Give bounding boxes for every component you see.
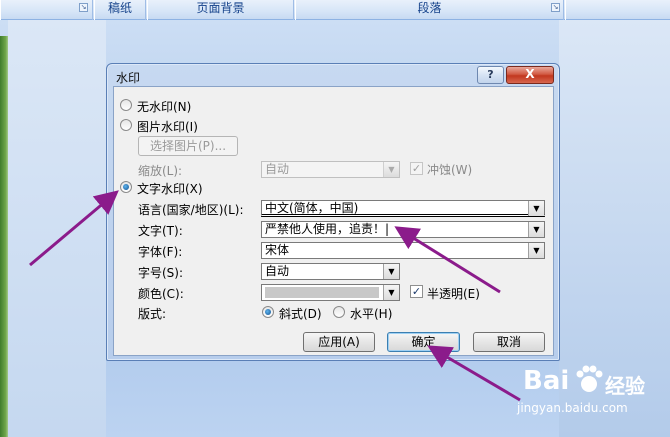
font-select[interactable]: 宋体 ▼: [261, 242, 545, 259]
language-value: 中文(简体，中国): [265, 201, 359, 215]
picture-watermark-radio[interactable]: [120, 119, 132, 131]
ribbon-group-paragraph[interactable]: 段落 ↘: [295, 0, 564, 20]
apply-button[interactable]: 应用(A): [303, 332, 375, 352]
ribbon-group-prev: ↘: [0, 0, 93, 20]
picture-watermark-label: 图片水印(I): [137, 120, 198, 134]
ribbon: ↘ 稿纸 页面背景 段落 ↘: [0, 0, 670, 20]
document-area-left: [8, 20, 106, 437]
chevron-down-icon: ▼: [383, 162, 399, 177]
semitransparent-label: 半透明(E): [427, 287, 480, 301]
help-icon: ?: [487, 68, 494, 81]
select-picture-button[interactable]: 选择图片(P)...: [138, 136, 238, 156]
chevron-down-icon: ▼: [528, 243, 544, 258]
dialog-launcher-icon[interactable]: ↘: [79, 3, 88, 12]
watermark-url: jingyan.baidu.com: [517, 401, 628, 415]
color-label: 颜色(C):: [138, 287, 184, 301]
layout-label: 版式:: [138, 307, 167, 321]
dialog-launcher-icon[interactable]: ↘: [551, 3, 560, 12]
size-select[interactable]: 自动 ▼: [261, 263, 400, 280]
semitransparent-checkbox[interactable]: ✓: [410, 285, 423, 298]
ribbon-group-manuscript[interactable]: 稿纸: [94, 0, 146, 20]
ok-button[interactable]: 确定: [387, 332, 460, 352]
diagonal-radio[interactable]: [262, 306, 274, 318]
text-value: 严禁他人使用，追责！|: [265, 222, 390, 236]
apply-label: 应用(A): [318, 335, 360, 349]
scale-label: 缩放(L):: [138, 164, 183, 178]
watermark-brand-cn: 经验: [605, 374, 645, 398]
text-watermark-label: 文字水印(X): [137, 182, 203, 196]
help-button[interactable]: ?: [477, 66, 504, 84]
paw-icon: [576, 365, 603, 392]
diagonal-label: 斜式(D): [279, 307, 322, 321]
scale-select[interactable]: 自动 ▼: [261, 161, 400, 178]
size-label: 字号(S):: [138, 266, 184, 280]
cancel-label: 取消: [496, 335, 521, 349]
ribbon-group-next: [565, 0, 670, 20]
ribbon-group-page-background[interactable]: 页面背景: [147, 0, 294, 20]
chevron-down-icon: ▼: [528, 222, 544, 237]
close-icon: X: [525, 67, 535, 81]
text-input[interactable]: 严禁他人使用，追责！| ▼: [261, 221, 545, 238]
text-watermark-radio[interactable]: [120, 181, 132, 193]
horizontal-label: 水平(H): [350, 307, 393, 321]
color-select[interactable]: ▼: [261, 284, 400, 301]
chevron-down-icon: ▼: [383, 285, 399, 300]
size-value: 自动: [265, 264, 290, 278]
color-swatch: [265, 287, 379, 298]
washout-checkbox[interactable]: ✓: [410, 162, 423, 175]
page-edge: [0, 36, 8, 437]
chevron-down-icon: ▼: [383, 264, 399, 279]
ribbon-group-label: 段落: [417, 1, 442, 15]
scale-value: 自动: [265, 162, 290, 176]
dialog-title: 水印: [116, 71, 141, 85]
language-label: 语言(国家/地区)(L):: [138, 203, 244, 217]
font-label: 字体(F):: [138, 245, 183, 259]
text-label: 文字(T):: [138, 224, 183, 238]
ok-label: 确定: [411, 335, 436, 349]
no-watermark-label: 无水印(N): [137, 100, 192, 114]
font-value: 宋体: [265, 243, 290, 257]
washout-label: 冲蚀(W): [427, 163, 473, 177]
no-watermark-radio[interactable]: [120, 99, 132, 111]
ribbon-group-label: 稿纸: [107, 1, 132, 15]
select-picture-label: 选择图片(P)...: [149, 139, 227, 153]
watermark-brand: Bai: [523, 366, 570, 396]
ribbon-group-label: 页面背景: [196, 1, 245, 15]
language-select[interactable]: 中文(简体，中国) ▼: [261, 200, 545, 217]
chevron-down-icon: ▼: [528, 201, 544, 216]
horizontal-radio[interactable]: [333, 306, 345, 318]
cancel-button[interactable]: 取消: [473, 332, 545, 352]
close-button[interactable]: X: [506, 66, 554, 84]
